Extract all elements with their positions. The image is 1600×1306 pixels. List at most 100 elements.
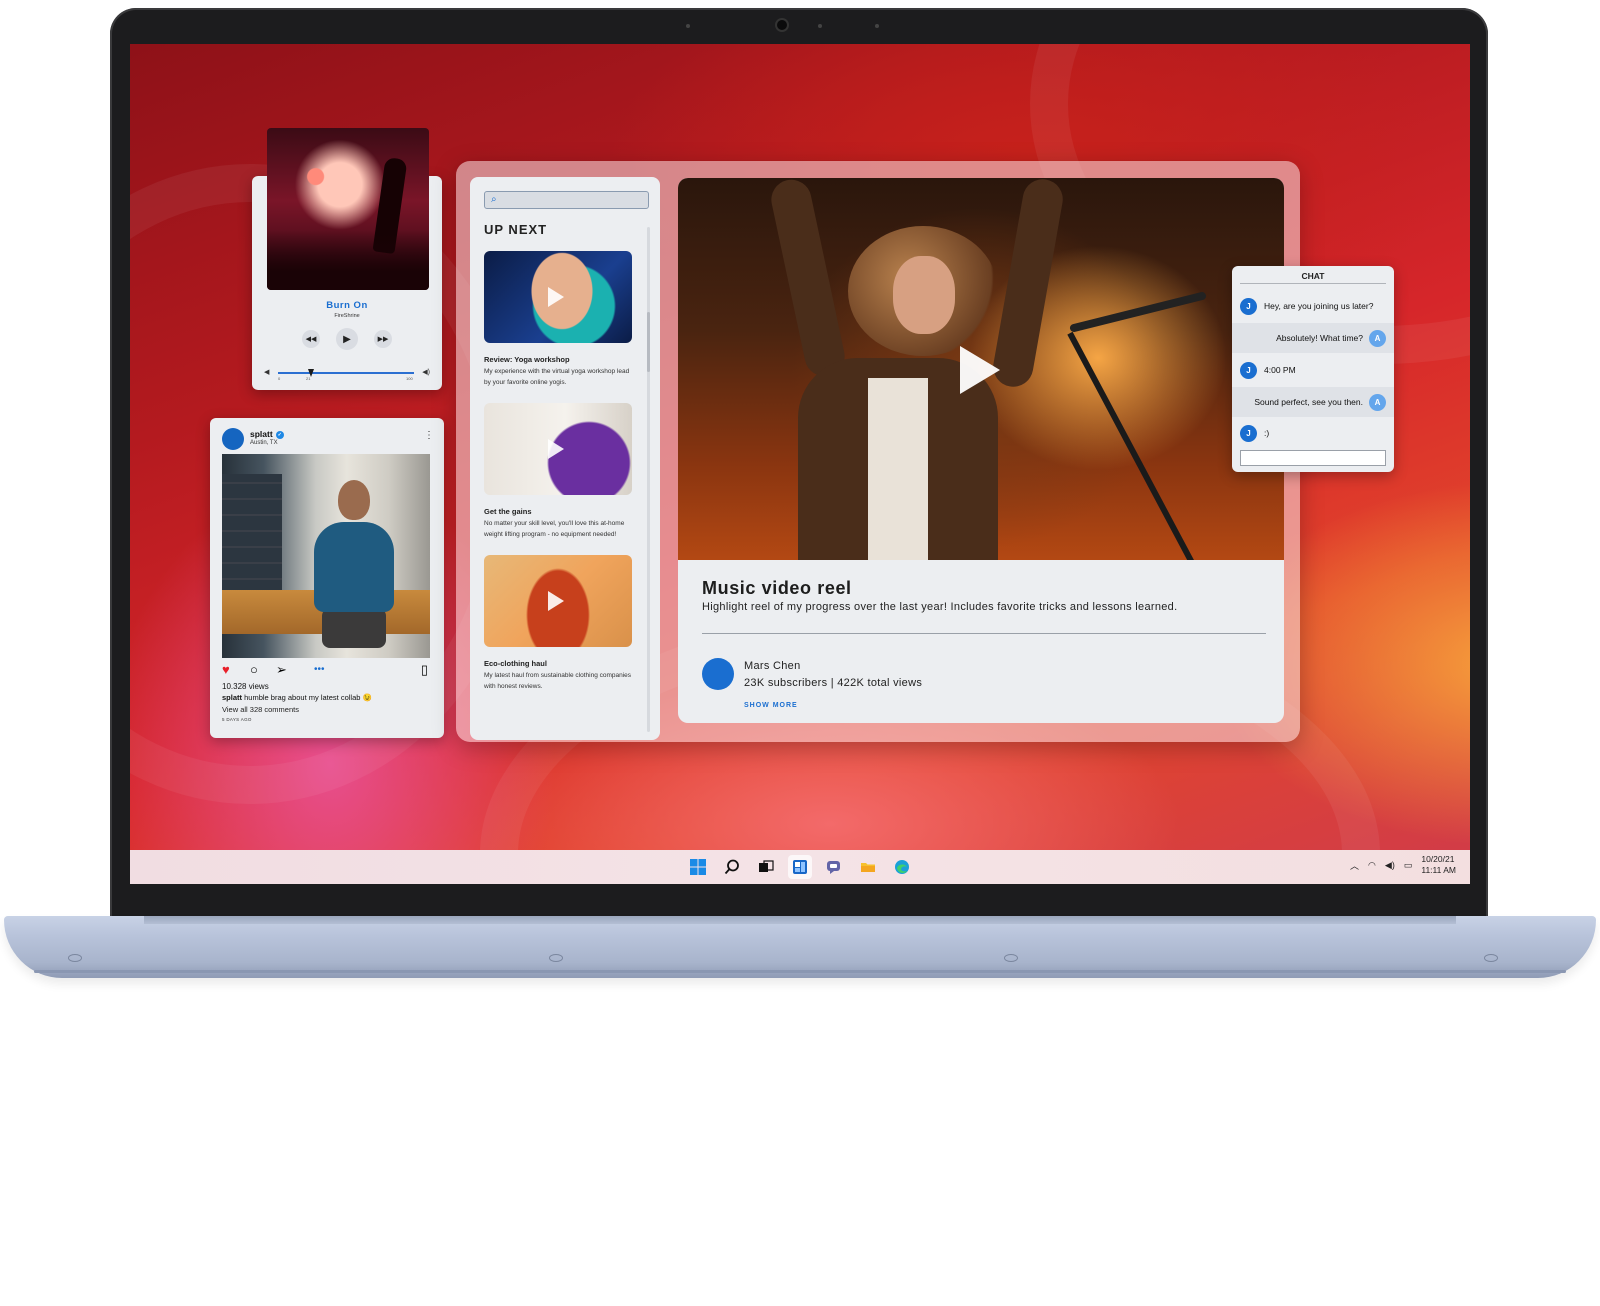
video-player: Music video reel Highlight reel of my pr…	[678, 178, 1284, 723]
comment-icon[interactable]: ○	[250, 662, 258, 678]
volume-track[interactable]	[278, 372, 414, 374]
person-head	[338, 480, 370, 520]
view-count: 10.328 views	[222, 682, 269, 691]
search-icon[interactable]	[720, 855, 744, 879]
person-legs	[322, 608, 386, 648]
message-text: Absolutely! What time?	[1276, 333, 1363, 343]
laptop-foot	[1484, 954, 1498, 962]
battery-icon[interactable]: ▭	[1404, 860, 1413, 871]
wifi-icon[interactable]: ◠	[1368, 860, 1376, 871]
clock[interactable]: 10/20/21 11:11 AM	[1421, 854, 1456, 876]
edge-browser-icon[interactable]	[890, 855, 914, 879]
chevron-up-icon[interactable]: ︿	[1350, 859, 1359, 872]
channel-avatar[interactable]	[702, 658, 734, 690]
system-tray: ︿ ◠ ◀) ▭ 10/20/21 11:11 AM	[1350, 854, 1456, 876]
play-icon[interactable]	[548, 591, 564, 611]
album-art	[267, 128, 429, 290]
search-input[interactable]: ⌕	[484, 191, 649, 209]
user-avatar-icon: J	[1240, 361, 1257, 379]
chat-message: Absolutely! What time? A	[1232, 323, 1394, 353]
heart-icon[interactable]: ♥	[222, 662, 230, 678]
video-thumbnail[interactable]	[484, 403, 632, 495]
list-item[interactable]: Review: Yoga workshop My experience with…	[484, 251, 632, 388]
widgets-icon[interactable]	[788, 855, 812, 879]
post-actions: ♥ ○ ➢ ••• ▯	[222, 662, 432, 678]
taskbar-apps	[686, 855, 914, 879]
caption-username[interactable]: splatt	[222, 693, 242, 702]
desktop-screen: Burn On FireShrine ◀◀ ▶ ▶▶ ◀ ◀) 0 21 100…	[130, 44, 1470, 884]
singer-arm	[990, 178, 1066, 390]
scrollbar[interactable]	[647, 227, 650, 732]
next-icon[interactable]: ▶▶	[374, 330, 392, 348]
volume-low-icon: ◀	[264, 369, 270, 376]
sensor-dot	[686, 24, 690, 28]
song-artist: FireShrine	[334, 313, 360, 319]
chat-widget: CHAT J Hey, are you joining us later? Ab…	[1232, 266, 1394, 472]
microphone	[1069, 291, 1207, 333]
mic-stand	[1067, 331, 1195, 560]
chat-message: J :)	[1232, 418, 1394, 448]
list-item[interactable]: Get the gains No matter your skill level…	[484, 403, 632, 540]
task-view-icon[interactable]	[754, 855, 778, 879]
teams-chat-icon[interactable]	[822, 855, 846, 879]
laptop-edge	[34, 970, 1566, 973]
video-title: Eco-clothing haul	[484, 659, 547, 668]
video-thumbnail[interactable]	[484, 251, 632, 343]
video-frame[interactable]	[678, 178, 1284, 560]
post-location: Austin, TX	[250, 440, 278, 446]
scale-min: 0	[278, 376, 281, 381]
volume-high-icon: ◀)	[422, 369, 430, 376]
scale-max: 100	[406, 376, 413, 381]
play-icon[interactable]	[960, 346, 1000, 394]
kebab-menu-icon[interactable]: ⋮	[424, 430, 434, 441]
video-title: Review: Yoga workshop	[484, 355, 570, 364]
view-comments-link[interactable]: View all 328 comments	[222, 705, 299, 714]
previous-icon[interactable]: ◀◀	[302, 330, 320, 348]
scrollbar-thumb[interactable]	[647, 312, 650, 372]
post-username[interactable]: splatt ✓	[250, 429, 284, 439]
album-art-crowd	[267, 230, 429, 290]
post-caption: splatt humble brag about my latest colla…	[222, 693, 372, 702]
play-icon[interactable]	[548, 439, 564, 459]
chat-input[interactable]	[1240, 450, 1386, 466]
laptop-hinge	[144, 916, 1456, 924]
bookmark-icon[interactable]: ▯	[421, 662, 428, 678]
sensor-dot	[818, 24, 822, 28]
volume-slider[interactable]: ◀ ◀) 0 21 100	[264, 368, 430, 381]
caption-text: humble brag about my latest collab 😉	[244, 693, 372, 702]
divider	[1240, 283, 1386, 284]
user-avatar-icon: A	[1369, 329, 1386, 347]
more-icon[interactable]: •••	[314, 662, 325, 678]
windows-start-icon[interactable]	[686, 855, 710, 879]
post-photo[interactable]	[222, 454, 430, 658]
show-more-button[interactable]: SHOW MORE	[744, 702, 798, 709]
play-icon[interactable]	[548, 287, 564, 307]
share-icon[interactable]: ➢	[276, 662, 287, 678]
social-post-widget: splatt ✓ Austin, TX ⋮ ♥ ○ ➢ ••• ▯ 10.328 …	[210, 418, 444, 738]
list-item[interactable]: Eco-clothing haul My latest haul from su…	[484, 555, 632, 692]
video-description: Highlight reel of my progress over the l…	[702, 601, 1178, 613]
webcam	[775, 18, 789, 32]
play-icon[interactable]: ▶	[336, 328, 358, 350]
laptop-product-image: Burn On FireShrine ◀◀ ▶ ▶▶ ◀ ◀) 0 21 100…	[0, 0, 1600, 1306]
chat-message: J Hey, are you joining us later?	[1232, 291, 1394, 321]
singer-shirt	[868, 378, 928, 560]
up-next-heading: UP NEXT	[484, 222, 548, 237]
volume-icon[interactable]: ◀)	[1385, 860, 1395, 871]
avatar[interactable]	[222, 428, 244, 450]
chat-message: Sound perfect, see you then. A	[1232, 387, 1394, 417]
video-thumbnail[interactable]	[484, 555, 632, 647]
message-text: 4:00 PM	[1264, 365, 1296, 375]
channel-name[interactable]: Mars Chen	[744, 660, 801, 672]
sensor-dot	[875, 24, 879, 28]
chat-message: J 4:00 PM	[1232, 355, 1394, 385]
verified-icon: ✓	[275, 430, 284, 439]
time-text: 11:11 AM	[1421, 865, 1456, 875]
file-explorer-icon[interactable]	[856, 855, 880, 879]
username-text: splatt	[250, 429, 273, 439]
photo-person	[314, 480, 394, 650]
singer-arm	[767, 178, 849, 380]
message-text: Hey, are you joining us later?	[1264, 301, 1374, 311]
singer-face	[893, 256, 955, 334]
laptop-foot	[68, 954, 82, 962]
